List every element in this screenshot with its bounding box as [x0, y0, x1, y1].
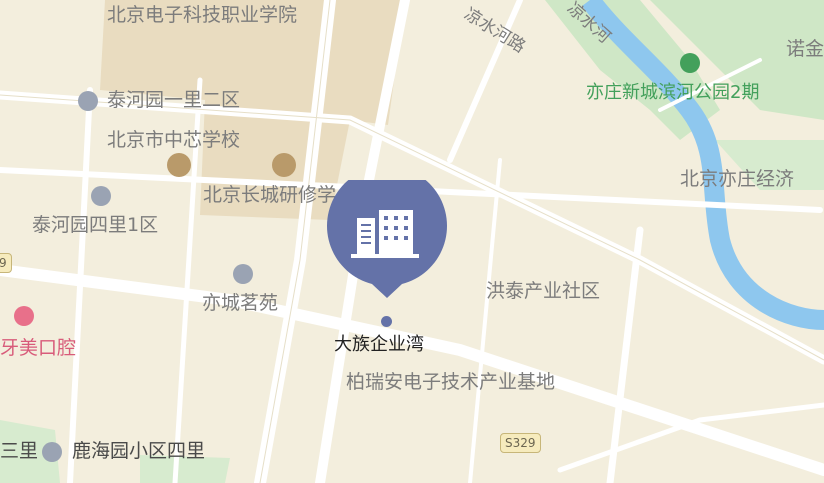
label-luhaiyuan[interactable]: 鹿海园小区四里 [72, 442, 205, 461]
map-view[interactable]: 北京电子科技职业学院 泰河园一里二区 北京市中芯学校 北京长城研修学 泰河园四里… [0, 0, 824, 483]
selected-place-label[interactable]: 大族企业湾 [334, 336, 424, 354]
home-icon [91, 186, 111, 206]
label-dental[interactable]: 牙美口腔 [0, 339, 76, 358]
graduation-cap-icon [272, 153, 296, 177]
tooth-icon [14, 306, 34, 326]
label-bairuian[interactable]: 柏瑞安电子技术产业基地 [346, 373, 555, 392]
label-yizhuang[interactable]: 北京亦庄经济 [680, 170, 794, 189]
location-marker[interactable] [327, 180, 447, 300]
label-yichengmingyuan[interactable]: 亦城茗苑 [202, 294, 278, 313]
home-icon [42, 442, 62, 462]
tree-icon [680, 53, 700, 73]
road-shield-left: 9 [0, 253, 12, 273]
label-taiheyuan-4[interactable]: 泰河园四里1区 [32, 216, 158, 235]
label-edge-left[interactable]: 三里 [0, 442, 38, 461]
marker-dot [381, 316, 392, 327]
home-icon [233, 264, 253, 284]
road-shield-s329: S329 [500, 433, 541, 453]
label-top-right[interactable]: 诺金 [786, 40, 824, 59]
label-taiheyuan-1[interactable]: 泰河园一里二区 [107, 91, 240, 110]
home-icon [78, 91, 98, 111]
school-icon [167, 153, 191, 177]
label-hongtai[interactable]: 洪泰产业社区 [486, 282, 600, 301]
label-college[interactable]: 北京电子科技职业学院 [107, 6, 297, 25]
label-park[interactable]: 亦庄新城滨河公园2期 [586, 84, 759, 102]
label-training[interactable]: 北京长城研修学 [203, 186, 336, 205]
label-school[interactable]: 北京市中芯学校 [107, 131, 240, 150]
